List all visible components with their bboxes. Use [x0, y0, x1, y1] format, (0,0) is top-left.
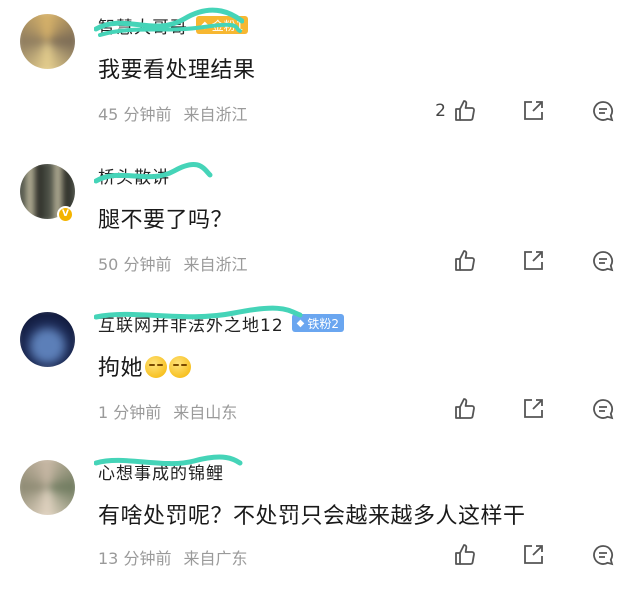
username-text: 智慧大哥哥 [98, 17, 188, 38]
comment-time: 50 分钟前 [98, 255, 172, 274]
diamond-icon: ◆ [201, 19, 209, 31]
comment-meta: 1 分钟前 来自山东 [98, 399, 237, 423]
fan-badge: ◆ 铁粉2 [291, 314, 344, 332]
reply-button[interactable] [588, 540, 618, 570]
comment-text: 拘她 [98, 350, 192, 382]
comment-text-body: 拘她 [98, 356, 144, 381]
reply-button[interactable] [588, 394, 618, 424]
username-text: 心想事成的锦鲤 [98, 463, 224, 484]
comment-location: 来自广东 [183, 549, 248, 568]
share-button[interactable] [518, 394, 548, 424]
reply-button[interactable] [588, 96, 618, 126]
comment-feed: 智慧大哥哥 ◆ 金粉1 我要看处理结果 45 分钟前 来自浙江 2 V 桥头散讲… [0, 0, 640, 572]
smirk-emoji-icon [169, 356, 192, 378]
reply-button[interactable] [588, 246, 618, 276]
username[interactable]: 桥头散讲 [94, 161, 213, 188]
avatar[interactable] [20, 14, 75, 69]
comment-item: 互联网并非法外之地12 ◆ 铁粉2 拘她 1 分钟前 来自山东 [0, 298, 640, 441]
thumbs-up-icon [455, 544, 475, 565]
like-button[interactable] [450, 246, 480, 276]
comment-icon [593, 101, 614, 122]
comment-item: 心想事成的锦鲤 有啥处罚呢？不处罚只会越来越多人这样干 13 分钟前 来自广东 [0, 446, 640, 589]
avatar[interactable] [20, 312, 75, 367]
share-icon [524, 101, 543, 120]
comment-actions: 2 [435, 96, 618, 126]
like-button[interactable] [450, 96, 480, 126]
like-button[interactable] [450, 394, 480, 424]
comment-icon [593, 251, 614, 272]
comment-item: V 桥头散讲 腿不要了吗？ 50 分钟前 来自浙江 [0, 150, 640, 293]
username-text: 互联网并非法外之地12 [98, 315, 284, 336]
fan-badge-label: 金粉1 [211, 18, 244, 33]
thumbs-up-icon [455, 250, 475, 271]
comment-icon [593, 399, 614, 420]
comment-item: 智慧大哥哥 ◆ 金粉1 我要看处理结果 45 分钟前 来自浙江 2 [0, 0, 640, 143]
username[interactable]: 心想事成的锦鲤 [94, 454, 243, 484]
comment-icon [593, 545, 614, 566]
comment-meta: 13 分钟前 来自广东 [98, 545, 247, 569]
comment-text: 腿不要了吗？ [98, 208, 234, 233]
username[interactable]: 互联网并非法外之地12 [94, 305, 303, 336]
comment-actions [450, 246, 618, 276]
comment-text: 我要看处理结果 [98, 58, 256, 83]
share-button[interactable] [518, 540, 548, 570]
thumbs-up-icon [455, 100, 475, 121]
comment-time: 1 分钟前 [98, 403, 162, 422]
comment-location: 来自浙江 [183, 255, 248, 274]
avatar[interactable] [20, 460, 75, 515]
comment-location: 来自山东 [173, 403, 238, 422]
comment-actions [450, 540, 618, 570]
username[interactable]: 智慧大哥哥 [94, 7, 244, 38]
like-count: 2 [435, 101, 446, 121]
share-icon [524, 251, 543, 270]
comment-actions [450, 394, 618, 424]
smirk-emoji-icon [145, 356, 168, 378]
comment-time: 13 分钟前 [98, 549, 172, 568]
share-icon [524, 399, 543, 418]
like-button[interactable] [450, 540, 480, 570]
comment-meta: 50 分钟前 来自浙江 [98, 251, 247, 275]
verified-badge-icon: V [57, 206, 74, 223]
username-text: 桥头散讲 [98, 167, 170, 188]
share-button[interactable] [518, 96, 548, 126]
thumbs-up-icon [455, 398, 475, 419]
comment-location: 来自浙江 [183, 105, 248, 124]
comment-meta: 45 分钟前 来自浙江 [98, 101, 247, 125]
comment-time: 45 分钟前 [98, 105, 172, 124]
share-button[interactable] [518, 246, 548, 276]
share-icon [524, 545, 543, 564]
fan-badge: ◆ 金粉1 [196, 16, 249, 34]
comment-text: 有啥处罚呢？不处罚只会越来越多人这样干 [98, 504, 526, 529]
fan-badge-label: 铁粉2 [307, 316, 339, 331]
diamond-icon: ◆ [296, 317, 305, 329]
